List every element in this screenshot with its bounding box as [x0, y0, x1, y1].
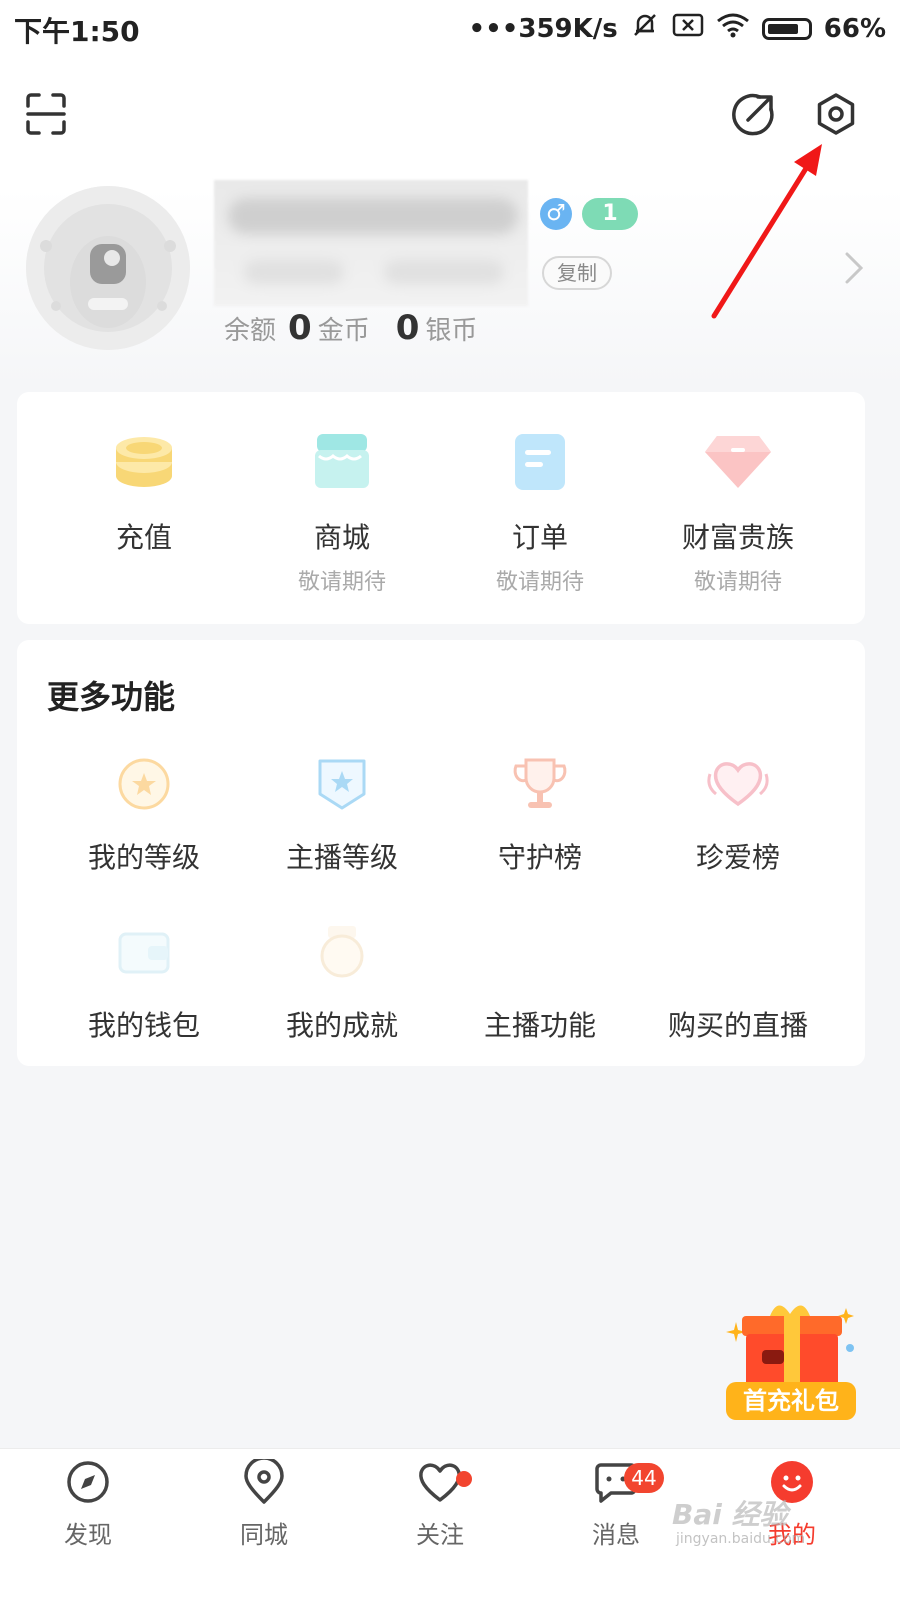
copy-id-button[interactable]: 复制 [542, 256, 612, 290]
medal-icon [118, 758, 170, 810]
share-icon[interactable] [730, 90, 778, 138]
anchor-level-label: 主播等级 [285, 841, 398, 874]
nav-follow-label: 关注 [416, 1521, 464, 1549]
watermark-sub: jingyan.baidu.com [676, 1531, 806, 1547]
mall-label: 商城 [313, 521, 370, 554]
avatar-mascot-icon [26, 186, 190, 350]
love-rank-item[interactable]: 珍爱榜 [639, 756, 837, 876]
guard-rank-item[interactable]: 守护榜 [441, 756, 639, 876]
location-pin-icon [244, 1456, 284, 1504]
my-level-item[interactable]: 我的等级 [45, 756, 243, 876]
mall-sub: 敬请期待 [297, 570, 386, 595]
battery-level: 66% [823, 13, 886, 44]
achievement-icon [320, 926, 364, 978]
more-functions-title: 更多功能 [47, 678, 176, 716]
guard-rank-label: 守护榜 [497, 841, 582, 874]
my-wallet-item[interactable]: 我的钱包 [45, 924, 243, 1044]
nav-nearby[interactable]: 同城 [204, 1456, 324, 1550]
my-achievement-item[interactable]: 我的成就 [243, 924, 441, 1044]
nav-messages[interactable]: 44 消息 [556, 1459, 676, 1550]
mute-icon [630, 10, 660, 47]
level-badge: 1 [582, 198, 638, 230]
balance-row: 余额 0 金币 0 银币 [224, 308, 491, 348]
recharge-item[interactable]: 充值 [45, 430, 243, 556]
nav-discover[interactable]: 发现 [28, 1459, 148, 1550]
status-time: 下午1:50 [14, 15, 140, 48]
first-recharge-gift-button[interactable]: 首充礼包 [726, 1300, 856, 1424]
male-icon: ♂ [540, 198, 572, 230]
avatar[interactable] [26, 186, 190, 350]
order-icon [515, 434, 565, 490]
anchor-level-item[interactable]: 主播等级 [243, 756, 441, 876]
nav-messages-label: 消息 [592, 1521, 640, 1549]
purchased-live-icon [639, 924, 837, 980]
silver-value: 0 [395, 308, 420, 348]
wifi-icon [716, 12, 750, 45]
balance-label: 余额 [224, 316, 277, 346]
settings-icon[interactable] [812, 90, 860, 138]
bottom-navigation: 发现 同城 关注 44 消息 我的 Bai 经验 jingyan.baidu.c… [0, 1448, 900, 1600]
quick-actions-card: 充值 商城 敬请期待 订单 敬请期待 财富贵族 敬请期待 [17, 392, 865, 624]
profile-page: 下午1:50 •••359K/s 66% ♂ 1 复制 余额 0 金币 0 银币… [0, 0, 900, 1600]
battery-icon [761, 17, 812, 40]
nav-nearby-label: 同城 [240, 1521, 288, 1549]
my-level-label: 我的等级 [87, 841, 200, 874]
message-count-badge: 44 [624, 1463, 664, 1493]
silver-unit: 银币 [425, 316, 478, 346]
wallet-icon [118, 932, 170, 974]
recharge-label: 充值 [115, 521, 172, 554]
gold-unit: 金币 [317, 316, 370, 346]
wealth-noble-sub: 敬请期待 [693, 570, 782, 595]
first-recharge-gift-label: 首充礼包 [726, 1382, 856, 1420]
order-label: 订单 [511, 521, 568, 554]
heart-icon [707, 762, 769, 807]
wealth-noble-label: 财富贵族 [681, 521, 794, 554]
gift-box-icon [726, 1305, 854, 1386]
chevron-right-icon[interactable] [842, 250, 866, 290]
my-achievement-label: 我的成就 [285, 1009, 398, 1042]
shield-star-icon [318, 759, 366, 810]
nav-discover-label: 发现 [64, 1521, 112, 1549]
annotation-arrow [711, 144, 822, 319]
trophy-icon [513, 758, 567, 808]
sim-off-icon [672, 12, 704, 45]
anchor-functions-item[interactable]: 主播功能 [441, 924, 639, 1044]
my-wallet-label: 我的钱包 [87, 1009, 200, 1042]
store-icon [315, 434, 369, 488]
mall-item[interactable]: 商城 敬请期待 [243, 430, 441, 596]
compass-icon [67, 1461, 109, 1503]
watermark: Bai 经验 [672, 1498, 788, 1531]
purchased-live-item[interactable]: 购买的直播 [639, 924, 837, 1044]
scan-icon[interactable] [22, 90, 70, 138]
order-sub: 敬请期待 [495, 570, 584, 595]
status-indicators: •••359K/s 66% [469, 10, 886, 47]
love-rank-label: 珍爱榜 [695, 841, 780, 874]
more-functions-card: 更多功能 我的等级 主播等级 守护榜 珍爱榜 我的钱包 我的成就 主播功能 购买… [17, 640, 865, 1066]
username-blurred [214, 180, 528, 306]
anchor-functions-label: 主播功能 [483, 1009, 596, 1042]
coins-icon [116, 437, 172, 487]
anchor-functions-icon [441, 924, 639, 980]
order-item[interactable]: 订单 敬请期待 [441, 430, 639, 596]
wealth-noble-item[interactable]: 财富贵族 敬请期待 [639, 430, 837, 596]
nav-follow[interactable]: 关注 [380, 1459, 500, 1550]
diamond-icon [705, 436, 771, 488]
network-speed: •••359K/s [468, 13, 618, 44]
gold-value: 0 [288, 308, 312, 348]
purchased-live-label: 购买的直播 [667, 1009, 808, 1042]
status-bar: 下午1:50 •••359K/s 66% [0, 0, 900, 56]
follow-dot-badge [456, 1471, 472, 1487]
